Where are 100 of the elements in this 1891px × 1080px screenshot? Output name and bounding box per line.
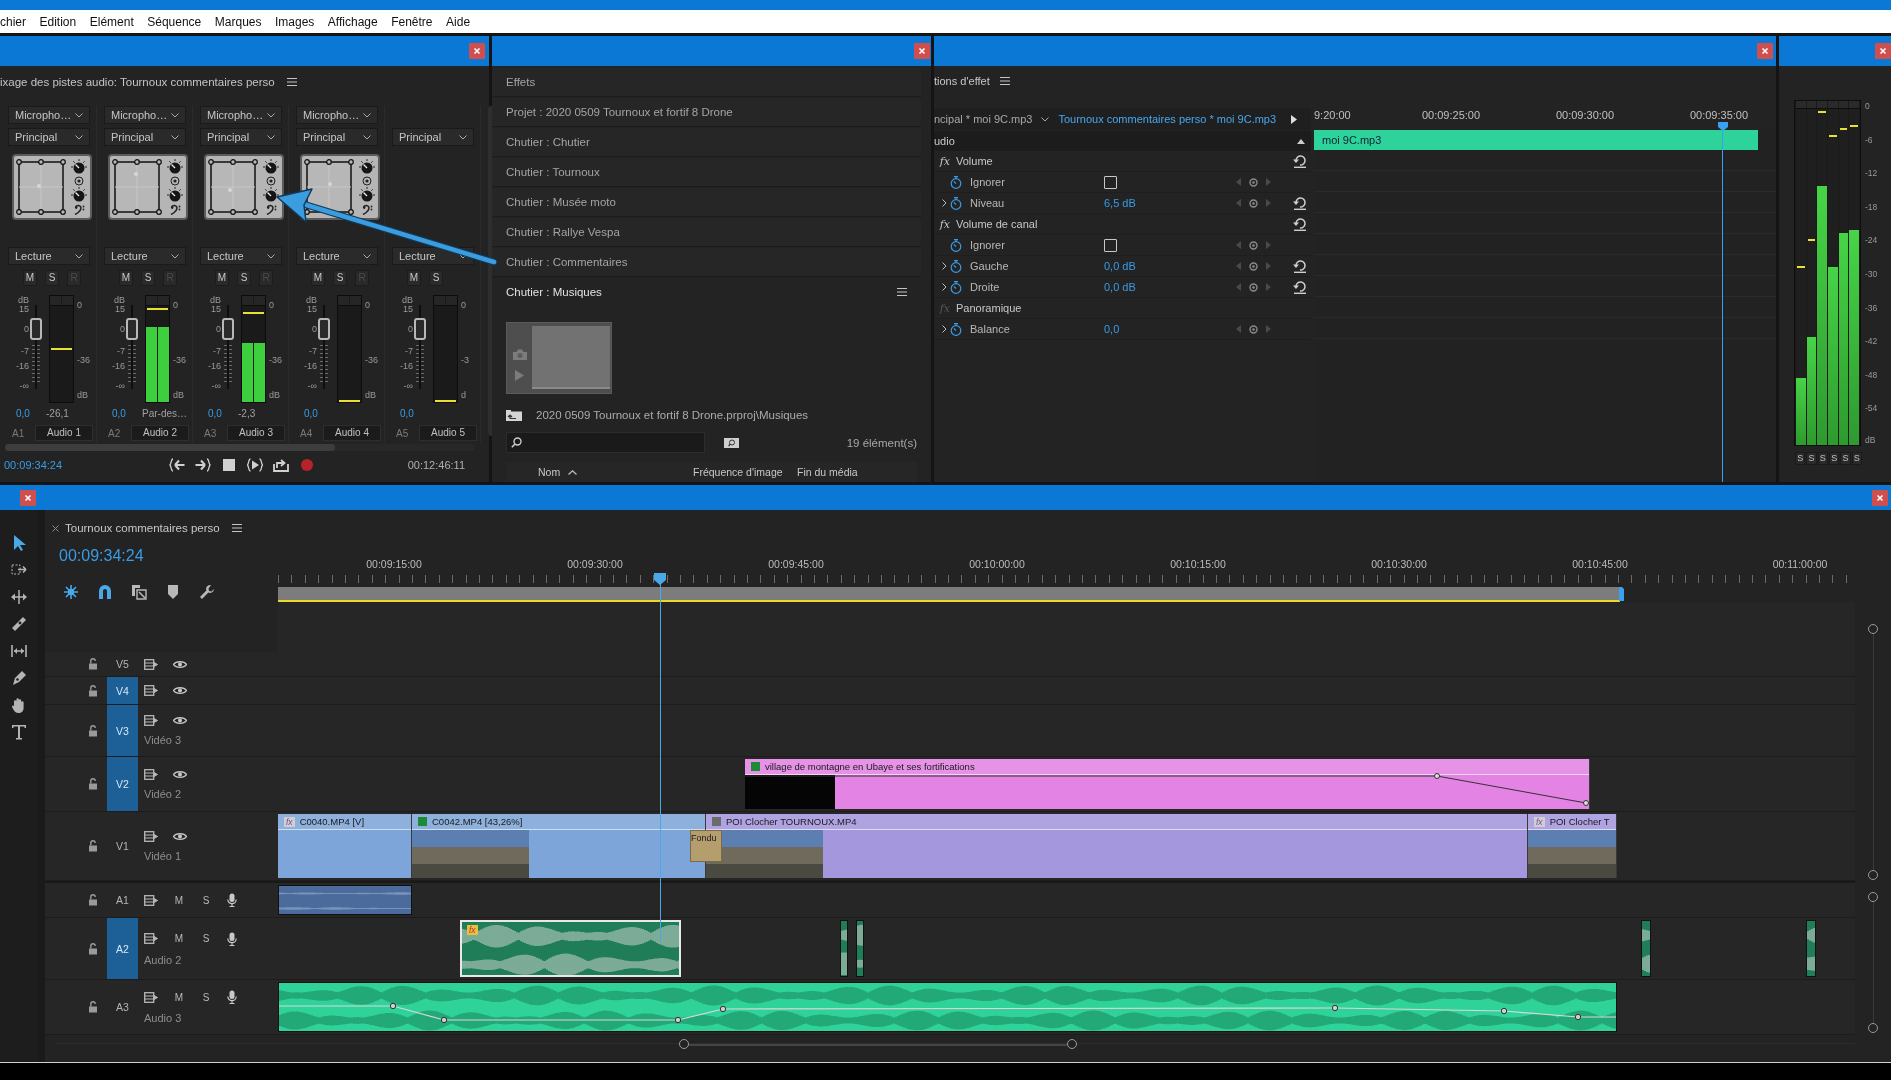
expand-chevron-icon[interactable] (942, 325, 947, 333)
section-header[interactable]: udio (934, 131, 1311, 151)
filmstrip-icon[interactable] (144, 768, 158, 780)
solo-button[interactable]: S (1840, 452, 1851, 465)
input-dropdown[interactable]: Micropho… (296, 106, 378, 124)
menu-item[interactable]: chier (0, 14, 26, 29)
knob-icon[interactable] (71, 159, 87, 175)
effect-name[interactable]: Volume de canal (950, 218, 1038, 230)
fader-thumb[interactable] (222, 318, 234, 340)
expand-chevron-icon[interactable] (942, 283, 947, 291)
solo-button[interactable]: S (429, 270, 443, 286)
dashed-box-arrow-icon[interactable] (11, 562, 27, 578)
add-keyframe-icon[interactable] (1249, 324, 1258, 334)
solo-button[interactable]: S (1829, 452, 1840, 465)
mode-dropdown[interactable]: Lecture (8, 247, 90, 265)
output-dropdown[interactable]: Principal (104, 128, 186, 146)
mute-button[interactable]: M (23, 270, 37, 286)
close-button[interactable] (1757, 43, 1773, 59)
mute-button[interactable]: M (173, 933, 185, 944)
keyframe-marker[interactable] (1500, 1007, 1508, 1015)
volume-value[interactable]: 0,0 (104, 408, 142, 419)
track-target[interactable]: A2 (107, 918, 138, 979)
reset-icon[interactable] (1293, 280, 1307, 294)
unlocked-icon[interactable] (88, 840, 98, 852)
audio-clip[interactable] (1806, 920, 1816, 977)
microphone-icon[interactable] (227, 931, 237, 946)
find-in-bin-icon[interactable] (724, 437, 739, 448)
unlocked-icon[interactable] (88, 942, 98, 955)
menu-item[interactable]: Fenêtre (391, 14, 433, 29)
add-keyframe-icon[interactable] (1249, 177, 1258, 187)
menu-item[interactable]: Elément (89, 14, 134, 29)
video-clip[interactable]: village de montagne en Ubaye et ses fortifications (745, 759, 1590, 809)
keyframe-marker[interactable] (1574, 1013, 1582, 1021)
close-button[interactable] (469, 43, 485, 59)
keyframe-marker[interactable] (1434, 773, 1440, 779)
volume-value[interactable]: 0,0 (200, 408, 238, 419)
close-button[interactable] (1872, 489, 1888, 506)
knob-icon[interactable] (71, 187, 87, 203)
filmstrip-icon[interactable] (144, 894, 158, 906)
effect-name[interactable]: Panoramique (950, 302, 1022, 314)
add-keyframe-icon[interactable] (1249, 198, 1258, 208)
bracket-left-arrow-icon[interactable] (169, 458, 185, 472)
scroll-handle-icon[interactable] (1067, 1038, 1077, 1049)
microphone-icon[interactable] (227, 990, 237, 1004)
unlocked-icon[interactable] (88, 894, 98, 906)
menu-item[interactable]: Aide (446, 14, 471, 29)
mute-button[interactable]: M (119, 270, 133, 286)
solo-button[interactable]: S (45, 270, 59, 286)
column-header[interactable]: Fréquence d'image (693, 466, 793, 478)
filmstrip-icon[interactable] (144, 830, 158, 842)
solo-button[interactable]: S (1817, 452, 1828, 465)
stopwatch-icon[interactable] (950, 238, 962, 252)
mute-button[interactable]: M (173, 894, 185, 906)
volume-value[interactable]: 0,0 (8, 408, 46, 419)
reset-icon[interactable] (1293, 154, 1307, 168)
video-clip[interactable]: fx POI Clocher T (1528, 814, 1617, 878)
playhead-timecode[interactable]: 00:09:34:24 (59, 546, 144, 566)
unlocked-icon[interactable] (88, 1001, 98, 1013)
work-area-bar[interactable] (278, 587, 1620, 602)
play-icon[interactable] (1291, 114, 1298, 124)
scroll-handle-icon[interactable] (1868, 892, 1878, 902)
bracket-right-arrow-icon[interactable] (195, 458, 211, 472)
filmstrip-icon[interactable] (144, 715, 158, 726)
reset-icon[interactable] (1293, 217, 1307, 231)
knob-icon[interactable] (167, 187, 183, 203)
keyframe-marker[interactable] (719, 1005, 727, 1013)
property-value[interactable]: 6,5 dB (1104, 197, 1136, 209)
expand-chevron-icon[interactable] (942, 262, 947, 270)
input-dropdown[interactable]: Micropho… (8, 106, 90, 124)
bracketed-play-icon[interactable] (247, 458, 263, 472)
scroll-handle-icon[interactable] (1868, 624, 1878, 634)
menu-item[interactable]: Séquence (147, 14, 202, 29)
collapse-triangle-icon[interactable] (1297, 138, 1305, 144)
expand-chevron-icon[interactable] (942, 199, 947, 207)
menu-item[interactable]: Images (275, 14, 315, 29)
mute-button[interactable]: M (311, 270, 325, 286)
unlocked-icon[interactable] (88, 684, 98, 697)
solo-button[interactable]: S (1851, 452, 1862, 465)
audio-clip[interactable] (278, 885, 412, 915)
track-target[interactable]: V4 (107, 677, 138, 704)
panner-pad[interactable] (108, 154, 188, 220)
fader-thumb[interactable] (126, 318, 138, 340)
output-dropdown[interactable]: Principal (8, 128, 90, 146)
menu-item[interactable]: Affichage (327, 14, 378, 29)
record-icon[interactable] (299, 458, 315, 472)
close-icon[interactable] (52, 524, 59, 532)
track-target[interactable]: A1 (107, 883, 138, 917)
output-dropdown[interactable]: Principal (392, 128, 474, 146)
arrow-cursor-icon[interactable] (11, 535, 27, 551)
scroll-handle-icon[interactable] (1868, 1023, 1878, 1033)
filmstrip-icon[interactable] (144, 933, 158, 944)
knob-icon[interactable] (263, 159, 279, 175)
close-button[interactable] (1875, 43, 1891, 59)
track-target[interactable]: V1 (107, 812, 138, 880)
effect-name[interactable]: Volume (950, 155, 993, 167)
stopwatch-icon[interactable] (950, 196, 962, 210)
add-keyframe-icon[interactable] (1249, 240, 1258, 250)
stopwatch-icon[interactable] (950, 322, 962, 336)
eye-icon[interactable] (173, 686, 187, 695)
microphone-icon[interactable] (227, 893, 237, 907)
